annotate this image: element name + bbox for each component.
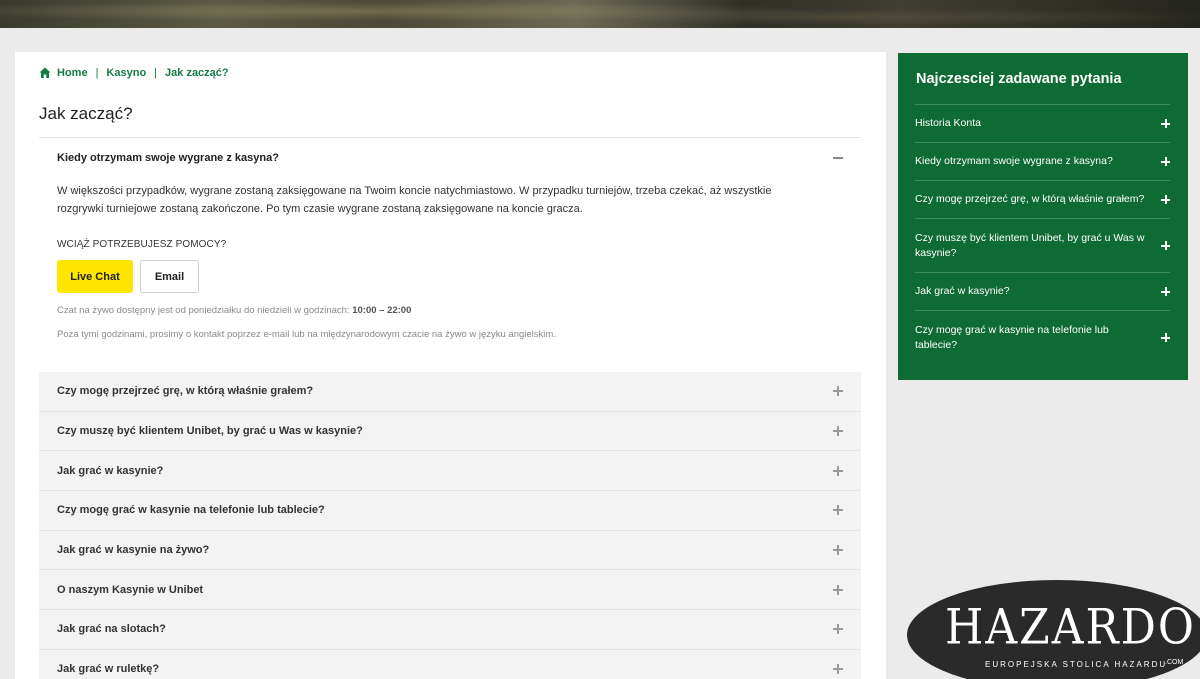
expand-icon[interactable] — [833, 624, 843, 635]
breadcrumb-separator: | — [154, 67, 158, 79]
faq-row-label: Czy mogę grać w kasynie na telefonie lub… — [57, 504, 325, 517]
watermark-brand: HAZARDOWO — [945, 599, 1200, 656]
plus-icon[interactable] — [1161, 287, 1170, 296]
sidebar-item-label: Historia Konta — [915, 117, 981, 130]
faq-row-label: Jak grać na slotach? — [57, 623, 166, 636]
sidebar-faq: Najczesciej zadawane pytania Historia Ko… — [898, 53, 1188, 380]
faq-row[interactable]: Czy mogę przejrzeć grę, w którą właśnie … — [39, 372, 861, 412]
plus-icon[interactable] — [1161, 333, 1170, 342]
help-buttons: Live Chat Email — [57, 260, 843, 293]
faq-row[interactable]: Jak grać w kasynie? — [39, 451, 861, 492]
sidebar-item-label: Jak grać w kasynie? — [915, 285, 1010, 298]
breadcrumb-home[interactable]: Home — [57, 67, 88, 79]
faq-row[interactable]: O naszym Kasynie w Unibet — [39, 570, 861, 611]
live-chat-button[interactable]: Live Chat — [57, 260, 133, 293]
sidebar-item[interactable]: Czy mogę przejrzeć grę, w którą właśnie … — [915, 180, 1170, 218]
watermark-tagline: EUROPEJSKA STOLICA HAZARDU — [985, 660, 1168, 669]
plus-icon[interactable] — [1161, 241, 1170, 250]
sidebar-item[interactable]: Jak grać w kasynie? — [915, 272, 1170, 310]
faq-question: Kiedy otrzymam swoje wygrane z kasyna? — [57, 152, 279, 164]
sidebar-item-label: Czy mogę przejrzeć grę, w którą właśnie … — [915, 193, 1145, 206]
faq-row-label: Czy mogę przejrzeć grę, w którą właśnie … — [57, 385, 314, 398]
email-button[interactable]: Email — [140, 260, 199, 293]
faq-row[interactable]: Czy mogę grać w kasynie na telefonie lub… — [39, 491, 861, 531]
hero-banner — [0, 0, 1200, 28]
sidebar-item[interactable]: Czy mogę grać w kasynie na telefonie lub… — [915, 310, 1170, 364]
faq-row[interactable]: Jak grać w kasynie na żywo? — [39, 530, 861, 571]
faq-answer: W większości przypadków, wygrane zostaną… — [57, 185, 772, 215]
expand-icon[interactable] — [833, 465, 843, 476]
breadcrumb-separator: | — [95, 67, 99, 79]
expand-icon[interactable] — [833, 584, 843, 595]
faq-question-header[interactable]: Kiedy otrzymam swoje wygrane z kasyna? — [39, 138, 861, 178]
faq-row-label: Jak grać w kasynie na żywo? — [57, 544, 210, 557]
chat-hours-note: Czat na żywo dostępny jest od poniedział… — [57, 305, 843, 316]
chat-hours-text: Czat na żywo dostępny jest od poniedział… — [57, 305, 353, 316]
sidebar-item[interactable]: Czy muszę być klientem Unibet, by grać u… — [915, 218, 1170, 272]
main-content: Home | Kasyno | Jak zacząć? Jak zacząć? … — [15, 52, 886, 679]
watermark-tld: .COM — [1165, 659, 1184, 666]
expand-icon[interactable] — [833, 386, 843, 397]
sidebar-item-label: Czy mogę grać w kasynie na telefonie lub… — [915, 324, 1109, 351]
help-title: WCIĄŻ POTRZEBUJESZ POMOCY? — [57, 239, 227, 250]
page-title: Jak zacząć? — [39, 104, 133, 123]
watermark-logo: HAZARDOWO EUROPEJSKA STOLICA HAZARDU .CO… — [907, 580, 1200, 679]
sidebar-item[interactable]: Kiedy otrzymam swoje wygrane z kasyna? — [915, 142, 1170, 180]
faq-item-open: Kiedy otrzymam swoje wygrane z kasyna? W… — [39, 137, 861, 340]
faq-row-label: Jak grać w kasynie? — [57, 464, 164, 477]
chat-hours: 10:00 – 22:00 — [352, 305, 412, 316]
sidebar-item-label: Kiedy otrzymam swoje wygrane z kasyna? — [915, 155, 1113, 168]
sidebar-item[interactable]: Historia Konta — [915, 104, 1170, 142]
plus-icon[interactable] — [1161, 119, 1170, 128]
faq-row[interactable]: Jak grać na slotach? — [39, 610, 861, 650]
expand-icon[interactable] — [833, 664, 843, 675]
faq-answer-body: W większości przypadków, wygrane zostaną… — [39, 178, 861, 340]
faq-row-label: Jak grać w ruletkę? — [57, 663, 160, 676]
plus-icon[interactable] — [1161, 157, 1170, 166]
faq-row[interactable]: Czy muszę być klientem Unibet, by grać u… — [39, 411, 861, 452]
breadcrumb: Home | Kasyno | Jak zacząć? — [39, 67, 229, 79]
collapse-icon[interactable] — [833, 157, 843, 159]
faq-list: Czy mogę przejrzeć grę, w którą właśnie … — [39, 372, 861, 679]
faq-row[interactable]: Jak grać w ruletkę? — [39, 649, 861, 679]
outside-hours-note: Poza tymi godzinami, prosimy o kontakt p… — [57, 329, 556, 340]
expand-icon[interactable] — [833, 545, 843, 556]
expand-icon[interactable] — [833, 505, 843, 516]
breadcrumb-kasyno[interactable]: Kasyno — [106, 67, 146, 79]
sidebar-item-label: Czy muszę być klientem Unibet, by grać u… — [915, 232, 1145, 259]
breadcrumb-current[interactable]: Jak zacząć? — [165, 67, 229, 79]
home-icon[interactable] — [39, 67, 51, 79]
faq-row-label: Czy muszę być klientem Unibet, by grać u… — [57, 425, 363, 438]
plus-icon[interactable] — [1161, 195, 1170, 204]
expand-icon[interactable] — [833, 426, 843, 437]
faq-row-label: O naszym Kasynie w Unibet — [57, 583, 204, 596]
sidebar-list: Historia Konta Kiedy otrzymam swoje wygr… — [915, 104, 1170, 364]
sidebar-title: Najczesciej zadawane pytania — [916, 71, 1122, 87]
